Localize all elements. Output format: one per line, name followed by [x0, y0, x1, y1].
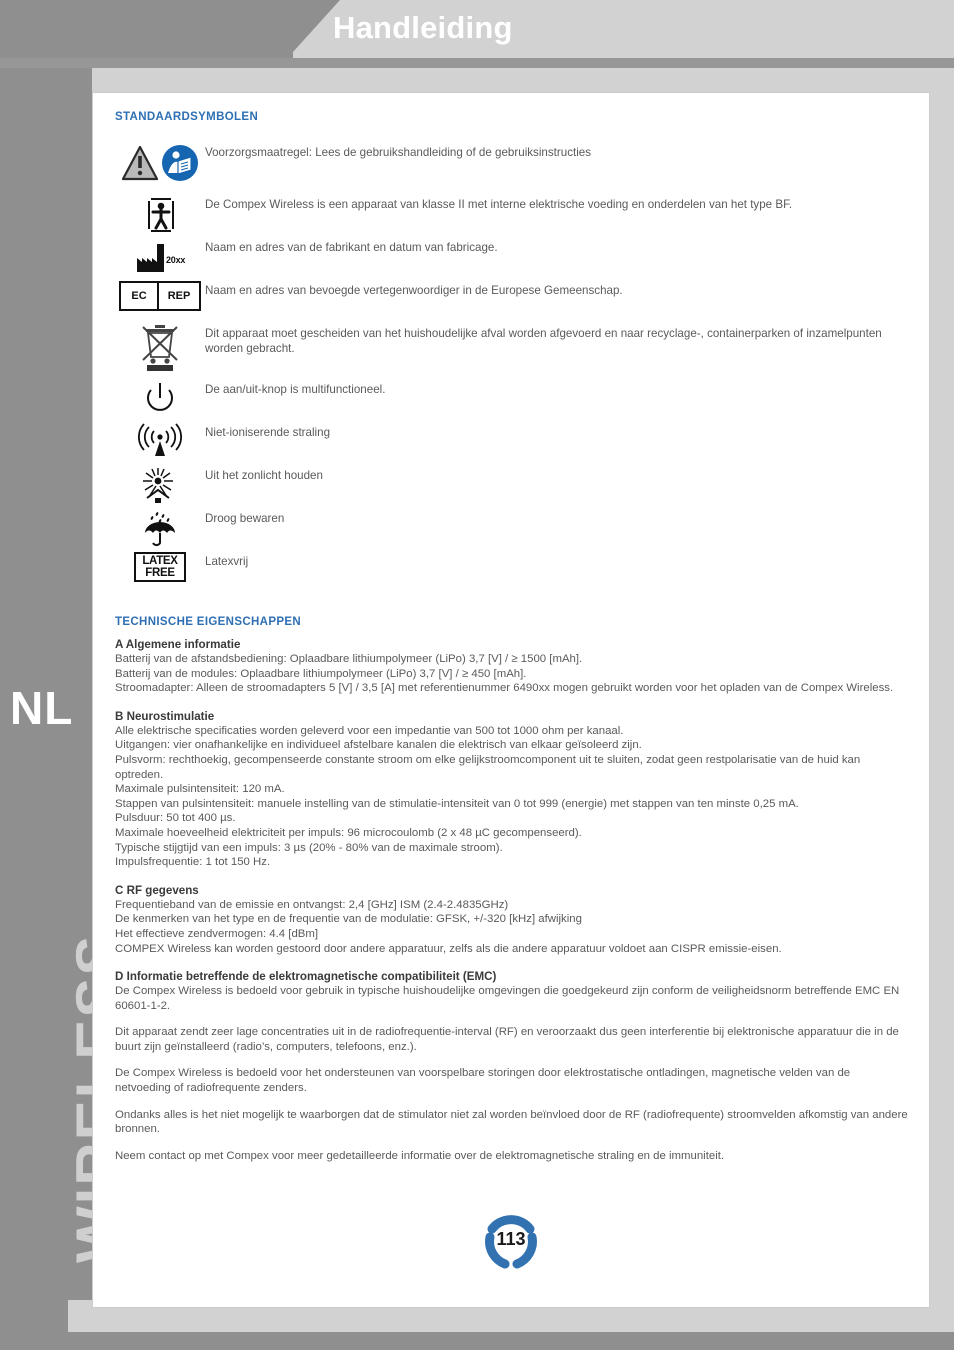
sidebar: NL WIRELESS	[0, 68, 131, 1300]
tech-line: De Compex Wireless is bedoeld voor gebru…	[115, 985, 900, 1012]
tech-paragraph: Dit apparaat zendt zeer lage concentrati…	[115, 1025, 909, 1054]
symbol-icon-cell	[115, 509, 205, 554]
keep-away-from-sunlight-icon	[138, 466, 182, 511]
symbol-row: Dit apparaat moet gescheiden van het hui…	[115, 324, 909, 380]
page-number-badge: 113	[478, 1213, 544, 1269]
tech-line: COMPEX Wireless kan worden gestoord door…	[115, 942, 782, 955]
tech-line: Stroomadapter: Alleen de stroomadapters …	[115, 682, 894, 695]
free-label: FREE	[145, 567, 175, 579]
tech-line: Maximale hoeveelheid elektriciteit per i…	[115, 826, 582, 839]
tech-line: Pulsduur: 50 tot 400 µs.	[115, 812, 236, 825]
symbol-row: LATEX FREE Latexvrij	[115, 552, 909, 590]
symbol-row: Droog bewaren	[115, 509, 909, 552]
tech-paragraph-text: De Compex Wireless is bedoeld voor het o…	[115, 1067, 851, 1095]
symbol-description: Naam en adres van de fabrikant en datum …	[205, 241, 498, 254]
tech-paragraph-text: Ondanks alles is het niet mogelijk te wa…	[115, 1108, 908, 1136]
tech-paragraph-text: Dit apparaat zendt zeer lage concentrati…	[115, 1026, 899, 1053]
rep-label: REP	[167, 290, 191, 302]
tech-line: Het effectieve zendvermogen: 4.4 [dBm]	[115, 927, 319, 940]
symbol-icon-cell: EC REP	[115, 281, 205, 311]
tech-block-d: D Informatie betreffende de elektromagne…	[115, 969, 909, 1013]
tech-block-a: A Algemene informatie Batterij van de af…	[115, 637, 909, 696]
latex-label: LATEX	[142, 555, 178, 567]
symbol-icon-cell	[115, 466, 205, 511]
weee-crossed-out-wheelie-bin-icon	[137, 324, 183, 377]
tech-line: Alle elektrische specificaties worden ge…	[115, 724, 624, 737]
symbol-row: Voorzorgsmaatregel: Lees de gebruikshand…	[115, 143, 909, 195]
technical-section: TECHNISCHE EIGENSCHAPPEN A Algemene info…	[115, 616, 909, 1163]
symbol-description: Dit apparaat moet gescheiden van het hui…	[205, 327, 882, 355]
header-shadow-strip	[0, 58, 954, 68]
technical-section-heading: TECHNISCHE EIGENSCHAPPEN	[115, 616, 302, 628]
tech-block-c: C RF gegevens Frequentieband van de emis…	[115, 883, 909, 956]
manufacturer-factory-icon: 20xx	[133, 238, 187, 279]
symbol-row: De Compex Wireless is een apparaat van k…	[115, 195, 909, 238]
symbol-description: Voorzorgsmaatregel: Lees de gebruikshand…	[205, 146, 592, 159]
tech-line: Uitgangen: vier onafhankelijke en indivi…	[115, 739, 642, 752]
tech-paragraph: Ondanks alles is het niet mogelijk te wa…	[115, 1108, 909, 1137]
tech-line: Impulsfrequentie: 1 tot 150 Hz.	[115, 856, 271, 869]
warning-triangle-and-read-instructions-icon	[121, 143, 198, 188]
symbol-description: Droog bewaren	[205, 512, 285, 525]
tech-block-title: D Informatie betreffende de elektromagne…	[115, 970, 497, 984]
content-card: STANDAARDSYMBOLEN Voorzorgsmaatregel: Le…	[92, 92, 930, 1308]
non-ionizing-radiation-icon	[137, 423, 183, 464]
type-bf-applied-part-icon	[140, 195, 180, 240]
symbol-icon-cell	[115, 324, 205, 377]
sidebar-language-code: NL	[10, 682, 74, 734]
symbol-icon-cell	[115, 423, 205, 464]
ec-label: EC	[121, 283, 159, 309]
symbol-description: Latexvrij	[205, 555, 249, 568]
symbol-row: Uit het zonlicht houden	[115, 466, 909, 509]
tech-line: Typische stijgtijd van een impuls: 3 µs …	[115, 841, 503, 854]
tech-line: Stappen van pulsintensiteit: manuele ins…	[115, 797, 799, 810]
header-band: Handleiding	[0, 0, 954, 58]
symbol-description: Naam en adres van bevoegde vertegenwoord…	[205, 284, 623, 297]
tech-block-b: B Neurostimulatie Alle elektrische speci…	[115, 709, 909, 870]
tech-line: Batterij van de modules: Oplaadbare lith…	[115, 667, 527, 680]
tech-paragraph: De Compex Wireless is bedoeld voor het o…	[115, 1066, 909, 1095]
symbol-icon-cell	[115, 380, 205, 423]
ec-rep-authorised-representative-icon: EC REP	[119, 281, 201, 311]
symbol-description: De aan/uit-knop is multifunctioneel.	[205, 383, 386, 396]
symbol-icon-cell: 20xx	[115, 238, 205, 279]
tech-line: Batterij van de afstandsbediening: Oplaa…	[115, 653, 583, 665]
tech-block-title: C RF gegevens	[115, 883, 199, 897]
tech-block-title: A Algemene informatie	[115, 638, 241, 651]
symbol-row: De aan/uit-knop is multifunctioneel.	[115, 380, 909, 423]
symbol-icon-cell	[115, 143, 205, 188]
symbol-row: Niet-ioniserende straling	[115, 423, 909, 466]
manual-page: Handleiding NL WIRELESS STANDAARDSYMBOLE…	[0, 0, 954, 1350]
factory-year-label: 20xx	[166, 255, 186, 265]
symbol-description: Uit het zonlicht houden	[205, 469, 323, 482]
symbol-description: De Compex Wireless is een apparaat van k…	[205, 198, 793, 211]
tech-paragraph: Neem contact op met Compex voor meer ged…	[115, 1149, 909, 1164]
symbol-description: Niet-ioniserende straling	[205, 426, 331, 439]
tech-line: Maximale pulsintensiteit: 120 mA.	[115, 783, 285, 796]
page-number: 113	[496, 1229, 526, 1249]
page-title: Handleiding	[333, 10, 513, 45]
latex-free-icon: LATEX FREE	[134, 552, 186, 582]
symbol-icon-cell: LATEX FREE	[115, 552, 205, 582]
symbols-table: Voorzorgsmaatregel: Lees de gebruikshand…	[115, 143, 909, 590]
symbols-section-heading: STANDAARDSYMBOLEN	[115, 111, 259, 123]
keep-dry-umbrella-icon	[138, 509, 182, 554]
tech-block-title: B Neurostimulatie	[115, 709, 215, 723]
symbol-row: 20xx Naam en adres van de fabrikant en d…	[115, 238, 909, 281]
content-body: STANDAARDSYMBOLEN Voorzorgsmaatregel: Le…	[115, 111, 909, 1175]
tech-line: De kenmerken van het type en de frequent…	[115, 913, 582, 926]
tech-line: Frequentieband van de emissie en ontvang…	[115, 898, 509, 911]
tech-line: Pulsvorm: rechthoekig, gecompenseerde co…	[115, 753, 861, 781]
symbol-row: EC REP Naam en adres van bevoegde verteg…	[115, 281, 909, 324]
power-button-icon	[141, 380, 179, 423]
symbol-icon-cell	[115, 195, 205, 240]
tech-paragraph-text: Neem contact op met Compex voor meer ged…	[115, 1149, 725, 1162]
